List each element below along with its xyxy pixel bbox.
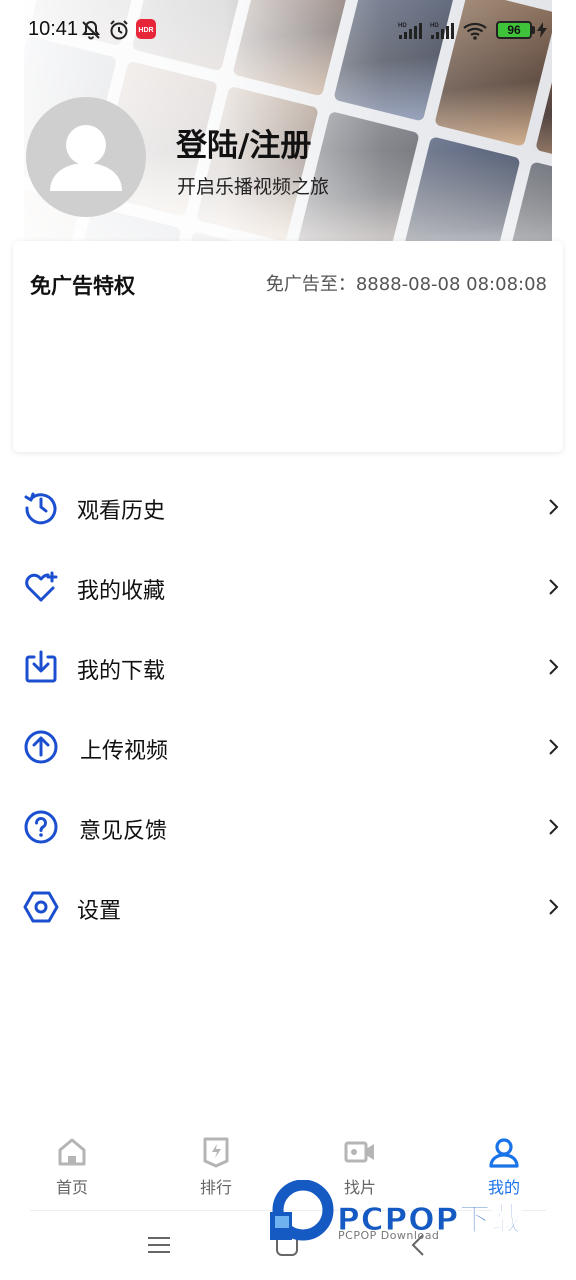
watermark-subtitle: PCPOP Download <box>338 1229 440 1242</box>
ad-free-expiry: 免广告至：8888-08-08 08:08:08 <box>265 274 547 295</box>
favorite-heart-icon <box>25 571 58 602</box>
login-register-link[interactable]: 登陆/注册 <box>176 120 311 165</box>
battery-tip <box>532 26 535 34</box>
ad-free-card: 免广告特权 免广告至：8888-08-08 08:08:08 <box>13 241 563 452</box>
signal-strength-1-icon: HD <box>398 23 422 39</box>
menu-label-downloads: 我的下载 <box>77 659 166 684</box>
menu-label-favorites: 我的收藏 <box>77 579 166 604</box>
tab-home-label: 首页 <box>55 1178 88 1197</box>
svg-text:HD: HD <box>430 23 439 29</box>
avatar[interactable] <box>26 97 146 217</box>
feedback-question-icon <box>24 810 58 844</box>
home-icon <box>58 1138 86 1166</box>
charging-bolt-icon <box>537 22 547 38</box>
chevron-right-icon <box>549 739 559 755</box>
settings-hexagon-icon <box>23 891 59 923</box>
chevron-right-icon <box>549 899 559 915</box>
pcpop-watermark: PCPOP下载 PCPOP Download <box>268 1179 568 1246</box>
menu-item-settings[interactable]: 设置 <box>0 867 576 947</box>
menu-label-upload: 上传视频 <box>80 739 169 764</box>
ranking-icon <box>203 1137 229 1168</box>
menu-item-feedback[interactable]: 意见反馈 <box>0 787 576 867</box>
alarm-icon <box>110 20 128 40</box>
tab-ranking-label: 排行 <box>199 1178 232 1197</box>
status-time: 10:41 <box>28 18 79 40</box>
chevron-right-icon <box>549 659 559 675</box>
menu-label-history: 观看历史 <box>77 499 166 524</box>
menu-item-upload[interactable]: 上传视频 <box>0 707 576 787</box>
chevron-right-icon <box>549 579 559 595</box>
menu-lines-icon[interactable] <box>144 1230 174 1260</box>
download-icon <box>25 650 57 683</box>
user-icon <box>489 1138 519 1168</box>
app-notification-icon: HDR <box>136 19 156 39</box>
battery-indicator: 96 <box>496 21 532 39</box>
bell-muted-icon <box>81 20 101 40</box>
menu-label-feedback: 意见反馈 <box>79 819 168 844</box>
chevron-right-icon <box>549 499 559 515</box>
status-bar: 10:41 HDR HD HD 96 <box>0 0 576 60</box>
upload-icon <box>24 730 58 764</box>
ad-free-title: 免广告特权 <box>30 274 135 298</box>
menu-item-favorites[interactable]: 我的收藏 <box>0 547 576 627</box>
chevron-right-icon <box>549 819 559 835</box>
tab-ranking[interactable]: 排行 <box>166 1132 266 1202</box>
history-icon <box>24 492 57 525</box>
menu-item-history[interactable]: 观看历史 <box>0 467 576 547</box>
tab-home[interactable]: 首页 <box>22 1132 122 1202</box>
svg-text:HD: HD <box>398 23 407 29</box>
wifi-icon <box>463 22 487 40</box>
pcpop-logo-icon <box>270 1179 334 1241</box>
menu-item-downloads[interactable]: 我的下载 <box>0 627 576 707</box>
profile-subtitle: 开启乐播视频之旅 <box>177 176 330 198</box>
default-user-avatar-icon <box>50 125 122 191</box>
svg-text:HDR: HDR <box>138 27 153 34</box>
signal-strength-2-icon: HD <box>430 23 454 39</box>
video-camera-icon <box>344 1141 374 1163</box>
menu-list: 观看历史 我的收藏 我的下载 上传视频 意见反馈 设置 <box>0 467 576 947</box>
menu-label-settings: 设置 <box>77 899 122 924</box>
